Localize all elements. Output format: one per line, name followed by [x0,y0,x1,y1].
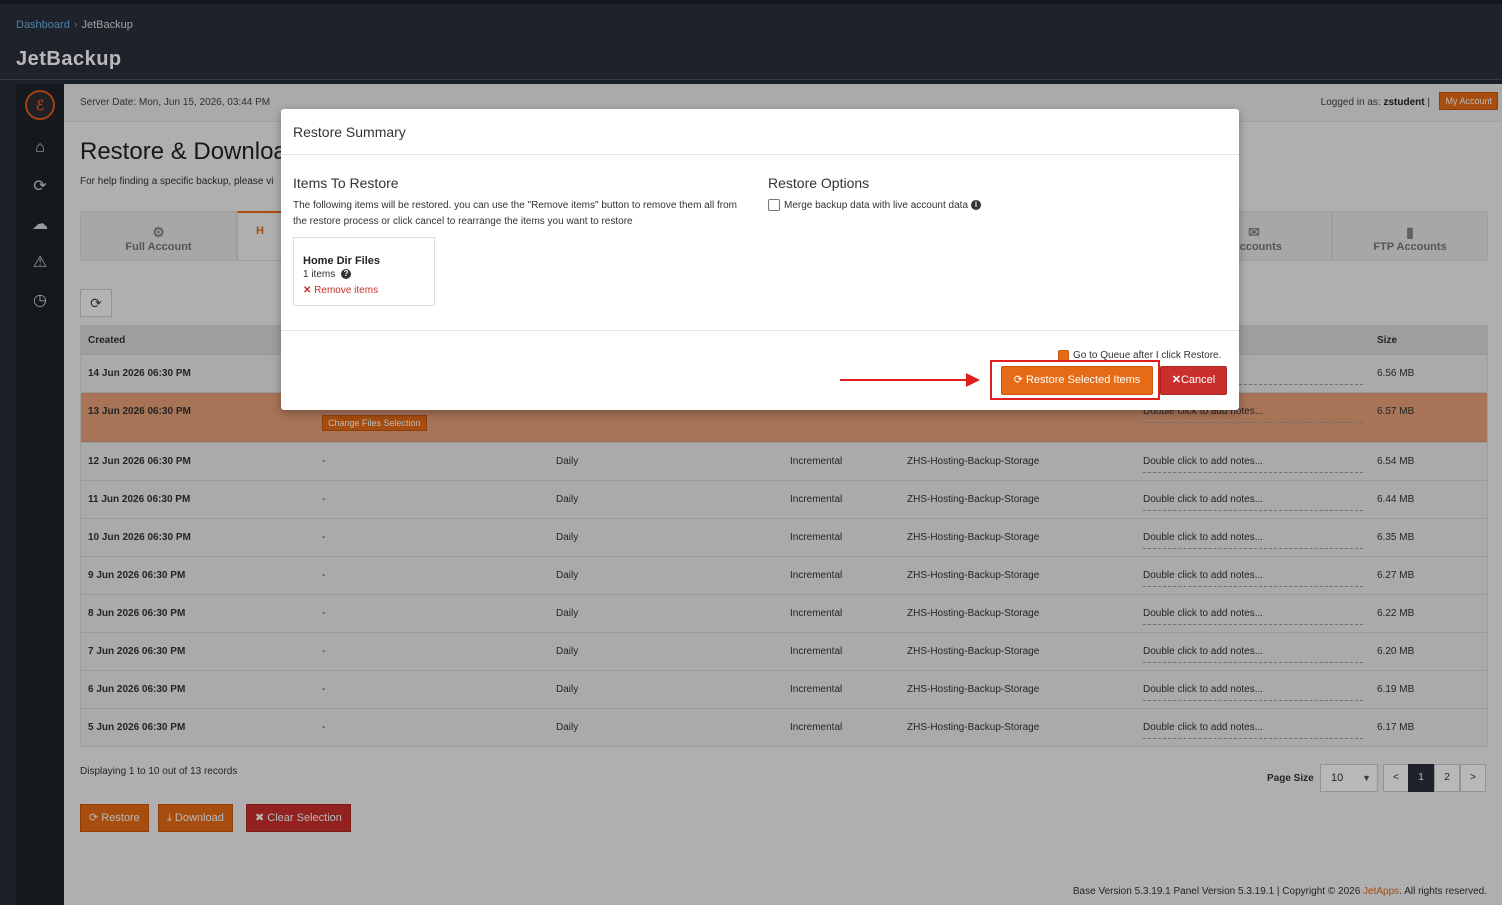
annotation-arrow-head [966,373,980,387]
cancel-button[interactable]: ✕Cancel [1160,366,1227,395]
restore-options-heading: Restore Options [768,175,870,191]
item-title: Home Dir Files [303,255,381,267]
restore-item-card: Home Dir Files 1 items ? ✕ Remove items [293,237,435,306]
item-count: 1 items ? [303,269,352,280]
items-description: The following items will be restored. yo… [293,200,737,227]
modal-header: Restore Summary [281,109,1239,155]
annotation-arrow-line [840,379,968,381]
close-icon: ✕ [1171,374,1181,386]
question-icon[interactable]: ? [341,269,352,280]
info-icon[interactable]: i [971,200,981,211]
cancel-label: Cancel [1180,374,1216,386]
restore-summary-modal: Restore Summary Items To Restore The fol… [281,109,1239,410]
refresh-icon: ⟳ [1013,374,1026,386]
merge-label-text: Merge backup data with live account data [784,200,968,211]
restore-selected-label: Restore Selected Items [1025,374,1141,386]
remove-items-link[interactable]: ✕ Remove items [303,285,378,296]
modal-title: Restore Summary [293,124,406,140]
close-icon: ✕ [303,285,315,296]
remove-items-label: Remove items [314,285,379,296]
modal-body: Items To Restore The following items wil… [281,155,1239,331]
merge-label: Merge backup data with live account data… [784,200,981,211]
items-to-restore-heading: Items To Restore [293,175,399,191]
item-count-text: 1 items [303,269,336,280]
modal-footer: Go to Queue after I click Restore. ⟳ Res… [281,330,1239,410]
merge-checkbox[interactable] [768,199,780,211]
restore-selected-items-button[interactable]: ⟳ Restore Selected Items [1001,366,1153,395]
